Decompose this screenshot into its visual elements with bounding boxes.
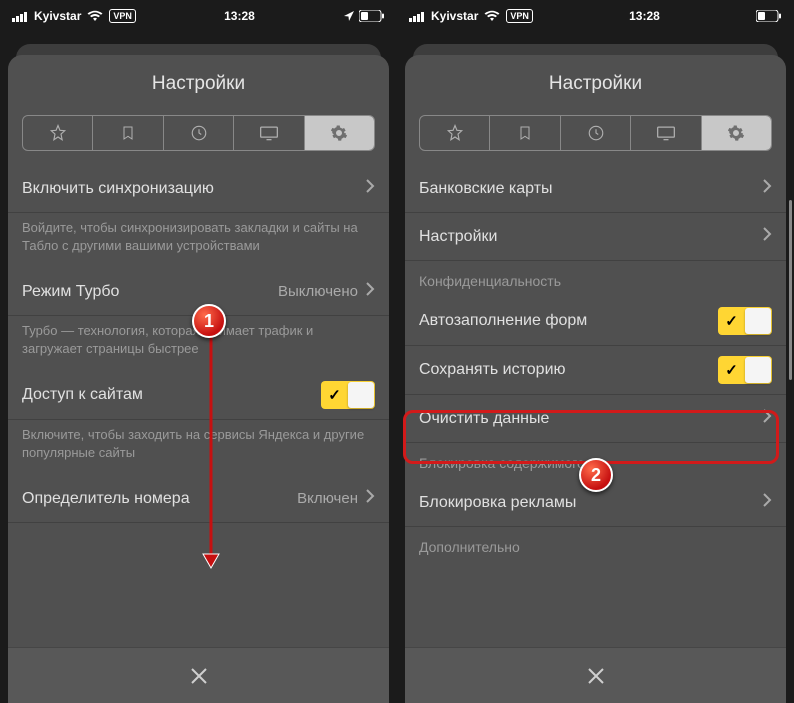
sheet-title: Настройки (8, 55, 389, 109)
row-label: Сохранять историю (419, 361, 718, 379)
screen-right: Kyivstar VPN 13:28 Настройки Банковские … (397, 0, 794, 703)
vpn-badge: VPN (506, 9, 533, 23)
step-marker-1: 1 (192, 304, 226, 338)
row-label: Определитель номера (22, 490, 297, 508)
carrier-label: Kyivstar (431, 9, 478, 23)
tab-bookmarks[interactable] (489, 116, 559, 150)
sync-desc: Войдите, чтобы синхронизировать закладки… (8, 213, 389, 268)
row-callerid[interactable]: Определитель номера Включен (8, 475, 389, 523)
chevron-right-icon (763, 409, 772, 428)
row-sync[interactable]: Включить синхронизацию (8, 165, 389, 213)
tab-favorites[interactable] (23, 116, 92, 150)
time-label: 13:28 (224, 9, 255, 23)
chevron-right-icon (763, 493, 772, 512)
row-label: Очистить данные (419, 410, 763, 428)
row-label: Режим Турбо (22, 283, 278, 301)
row-value: Выключено (278, 283, 358, 300)
close-icon (189, 666, 209, 686)
tab-segment (419, 115, 772, 151)
tab-history[interactable] (163, 116, 233, 150)
row-clear-data[interactable]: Очистить данные (405, 395, 786, 443)
settings-sheet: Настройки Банковские карты Настройки Кон… (405, 55, 786, 703)
tab-bookmarks[interactable] (92, 116, 162, 150)
row-history[interactable]: Сохранять историю ✓ (405, 346, 786, 395)
row-value: Включен (297, 490, 358, 507)
scroll-indicator (789, 200, 792, 380)
section-privacy: Конфиденциальность (405, 261, 786, 297)
vpn-badge: VPN (109, 9, 136, 23)
chevron-right-icon (763, 227, 772, 246)
row-label: Блокировка рекламы (419, 494, 763, 512)
tab-devices[interactable] (630, 116, 700, 150)
row-autofill[interactable]: Автозаполнение форм ✓ (405, 297, 786, 346)
toggle-on[interactable]: ✓ (321, 381, 375, 409)
tab-segment (22, 115, 375, 151)
chevron-right-icon (366, 282, 375, 301)
chevron-right-icon (763, 179, 772, 198)
row-label: Включить синхронизацию (22, 180, 366, 198)
row-label: Настройки (419, 228, 763, 246)
step-marker-2: 2 (579, 458, 613, 492)
check-icon: ✓ (718, 361, 745, 379)
sheet-title: Настройки (405, 55, 786, 109)
toggle-on[interactable]: ✓ (718, 307, 772, 335)
tab-favorites[interactable] (420, 116, 489, 150)
battery-icon (359, 10, 385, 22)
tab-devices[interactable] (233, 116, 303, 150)
wifi-icon (87, 10, 103, 22)
close-button[interactable] (8, 647, 389, 703)
arrow-down-icon (202, 336, 220, 570)
status-bar: Kyivstar VPN 13:28 (0, 0, 397, 32)
status-bar: Kyivstar VPN 13:28 (397, 0, 794, 32)
chevron-right-icon (366, 179, 375, 198)
row-settings[interactable]: Настройки (405, 213, 786, 261)
location-icon (343, 10, 355, 22)
tab-settings[interactable] (701, 116, 771, 150)
signal-icon (409, 11, 425, 22)
check-icon: ✓ (321, 386, 348, 404)
tab-settings[interactable] (304, 116, 374, 150)
time-label: 13:28 (629, 9, 660, 23)
access-desc: Включите, чтобы заходить на сервисы Янде… (8, 420, 389, 475)
chevron-right-icon (366, 489, 375, 508)
wifi-icon (484, 10, 500, 22)
row-label: Банковские карты (419, 180, 763, 198)
row-label: Доступ к сайтам (22, 386, 321, 404)
row-cards[interactable]: Банковские карты (405, 165, 786, 213)
close-icon (586, 666, 606, 686)
battery-icon (756, 10, 782, 22)
carrier-label: Kyivstar (34, 9, 81, 23)
tab-history[interactable] (560, 116, 630, 150)
row-label: Автозаполнение форм (419, 312, 718, 330)
toggle-on[interactable]: ✓ (718, 356, 772, 384)
close-button[interactable] (405, 647, 786, 703)
screen-left: Kyivstar VPN 13:28 Настройки (0, 0, 397, 703)
signal-icon (12, 11, 28, 22)
row-access[interactable]: Доступ к сайтам ✓ (8, 371, 389, 420)
section-more: Дополнительно (405, 527, 786, 563)
settings-sheet: Настройки Включить синхронизацию Войдите… (8, 55, 389, 703)
check-icon: ✓ (718, 312, 745, 330)
